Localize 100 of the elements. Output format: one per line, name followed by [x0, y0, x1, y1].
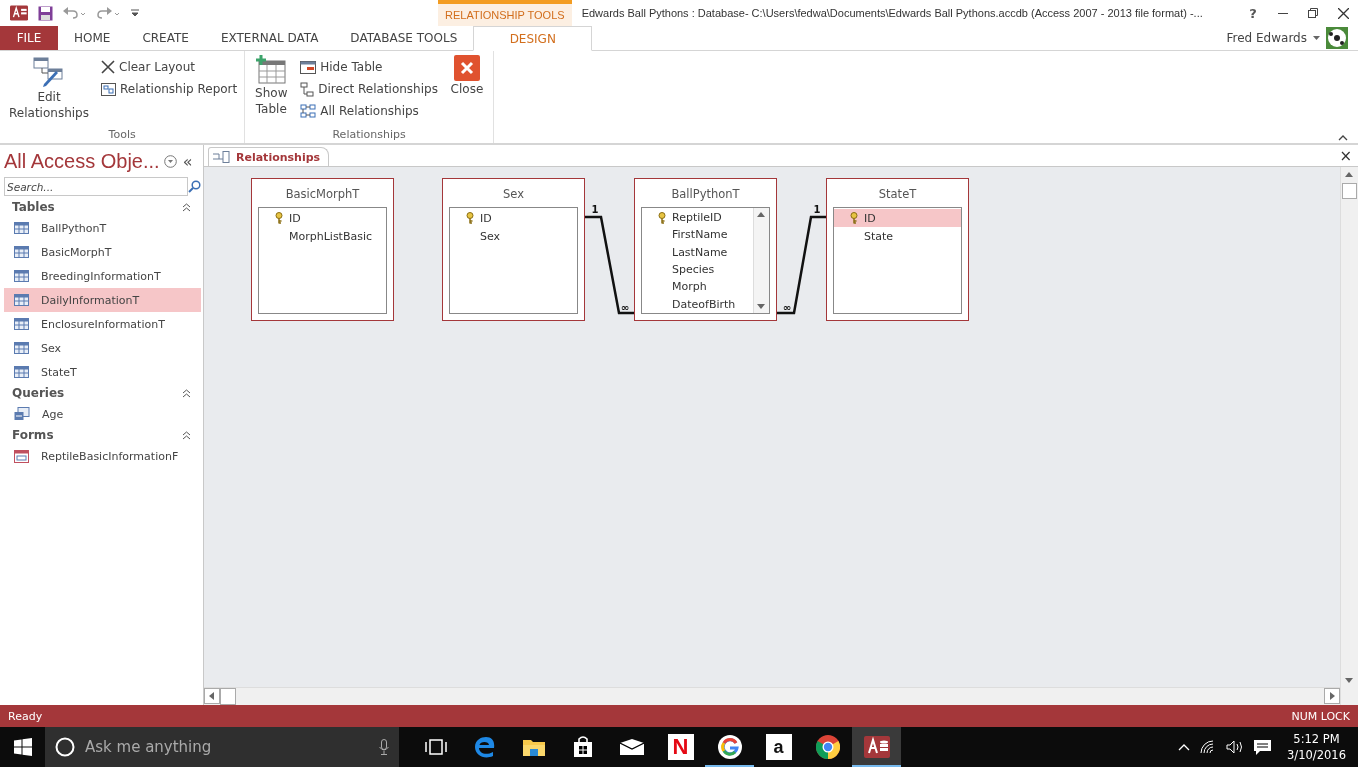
scroll-left-icon[interactable] — [204, 688, 220, 704]
relationship-line[interactable] — [777, 215, 826, 315]
many-label: ∞ — [782, 302, 792, 313]
table-field-list[interactable]: Sex ID Sex — [442, 178, 585, 321]
scroll-right-icon[interactable] — [1324, 688, 1340, 704]
horizontal-scrollbar[interactable] — [204, 687, 1340, 705]
ribbon-button[interactable]: Hide Table — [297, 57, 441, 77]
report-icon — [101, 82, 116, 96]
ribbon-tab[interactable]: HOME — [58, 26, 127, 50]
field-row[interactable]: ID — [450, 209, 577, 227]
ribbon-tab[interactable]: DATABASE TOOLS — [334, 26, 474, 50]
edit-relationships-icon — [32, 55, 66, 89]
object-item[interactable]: BallPythonT — [4, 216, 201, 240]
query-icon — [14, 407, 30, 421]
ribbon-button[interactable]: Direct Relationships — [297, 79, 441, 99]
table-field-list[interactable]: StateT ID State — [826, 178, 969, 321]
dropdown-circle-icon[interactable] — [163, 154, 177, 168]
save-icon[interactable] — [38, 5, 53, 21]
collapse-icon[interactable] — [182, 202, 191, 212]
document-tab[interactable]: Relationships — [208, 147, 330, 166]
group-label: Tools — [107, 128, 137, 143]
netflix-tile: N — [667, 734, 694, 760]
ribbon-button[interactable]: Show Table — [249, 53, 294, 119]
undo-icon[interactable] — [63, 6, 87, 20]
group-header[interactable]: Forms — [12, 428, 54, 442]
object-item[interactable]: StateT — [4, 360, 201, 384]
search-field[interactable]: Search... — [4, 177, 188, 196]
speaker-icon[interactable] — [1226, 740, 1245, 754]
customize-icon[interactable] — [131, 9, 139, 17]
table-field-list[interactable]: BallPythonT ReptileID FirstName LastName Species Morph DateofBirth — [634, 178, 777, 321]
notification-icon[interactable] — [1254, 739, 1272, 755]
table-field-list[interactable]: BasicMorphT ID MorphListBasic — [251, 178, 394, 321]
table-icon — [14, 342, 29, 354]
ribbon-button[interactable]: Edit Relationships — [4, 53, 94, 123]
access-logo-icon — [10, 5, 28, 21]
scroll-thumb[interactable] — [1342, 183, 1357, 199]
clear-icon — [101, 60, 115, 74]
close-icon — [453, 55, 480, 81]
field-row[interactable]: ReptileID — [642, 209, 753, 227]
vertical-scrollbar[interactable] — [1340, 167, 1358, 705]
dropdown-icon[interactable] — [1313, 36, 1320, 40]
ribbon-tab[interactable]: DESIGN — [473, 26, 593, 51]
help-button[interactable]: ? — [1238, 2, 1268, 24]
object-item[interactable]: BreedingInformationT — [4, 264, 201, 288]
ribbon-button[interactable]: Close — [444, 53, 489, 99]
field-row[interactable]: DateofBirth — [642, 295, 753, 313]
field-row[interactable]: ID — [259, 209, 386, 227]
folder-icon — [522, 738, 545, 756]
table-name: BallPythonT — [670, 186, 741, 203]
field-row[interactable]: State — [834, 227, 961, 245]
user-name[interactable]: Fred Edwards — [1226, 31, 1307, 45]
object-item[interactable]: DailyInformationT — [4, 288, 201, 312]
google-icon — [717, 735, 742, 759]
collapse-icon[interactable] — [182, 388, 191, 398]
taskbar-search-box[interactable]: Ask me anything — [45, 727, 399, 767]
scroll-thumb[interactable] — [220, 688, 236, 705]
shutter-bar-button[interactable]: « — [180, 151, 195, 171]
avatar-icon[interactable] — [1326, 27, 1348, 49]
search-input[interactable]: Ask me anything — [83, 737, 371, 757]
chevron-up-icon[interactable] — [1178, 743, 1191, 751]
field-row[interactable]: Morph — [642, 278, 753, 296]
ribbon-button[interactable]: Clear Layout — [98, 57, 241, 77]
amazon-tile: a — [765, 734, 792, 760]
field-scrollbar[interactable] — [753, 208, 769, 313]
object-item[interactable]: Age — [4, 402, 201, 426]
object-item[interactable]: EnclosureInformationT — [4, 312, 201, 336]
ribbon-button[interactable]: All Relationships — [297, 101, 441, 121]
taskbar-app[interactable]: N — [656, 727, 705, 767]
field-row[interactable]: Species — [642, 261, 753, 279]
group-header[interactable]: Queries — [12, 386, 65, 400]
close-document-button[interactable]: × — [1333, 147, 1358, 166]
microphone-icon[interactable] — [379, 739, 389, 755]
field-row[interactable]: LastName — [642, 243, 753, 261]
collapse-icon[interactable] — [182, 430, 191, 440]
ribbon-tab[interactable]: EXTERNAL DATA — [204, 26, 335, 50]
field-row[interactable]: MorphListBasic — [259, 227, 386, 245]
task-view-icon — [424, 739, 447, 755]
ribbon-tab[interactable]: CREATE — [126, 26, 205, 50]
clock-date[interactable]: 3/10/2016 — [1287, 747, 1346, 763]
table-icon — [14, 366, 29, 378]
group-header[interactable]: Tables — [12, 200, 55, 214]
collapse-ribbon-icon[interactable] — [1338, 135, 1348, 141]
table-icon — [14, 222, 29, 234]
navigation-pane-title[interactable]: All Access Obje... — [4, 149, 160, 173]
object-item[interactable]: Sex — [4, 336, 201, 360]
redo-icon[interactable] — [97, 6, 121, 20]
ribbon-button[interactable]: Relationship Report — [98, 79, 241, 99]
relationship-line[interactable] — [585, 215, 634, 315]
hide-table-icon — [300, 60, 317, 74]
object-item[interactable]: ReptileBasicInformationF — [4, 444, 201, 468]
taskbar-app[interactable] — [852, 727, 901, 767]
clock-time[interactable]: 5:12 PM — [1293, 731, 1340, 747]
direct-relationships-icon — [300, 81, 315, 97]
field-row[interactable]: ID — [834, 209, 961, 227]
taskbar-app[interactable]: a — [754, 727, 803, 767]
search-icon[interactable] — [188, 180, 201, 193]
field-row[interactable]: FirstName — [642, 226, 753, 244]
field-row[interactable]: Sex — [450, 227, 577, 245]
object-item[interactable]: BasicMorphT — [4, 240, 201, 264]
ribbon-tab[interactable]: FILE — [0, 26, 58, 50]
